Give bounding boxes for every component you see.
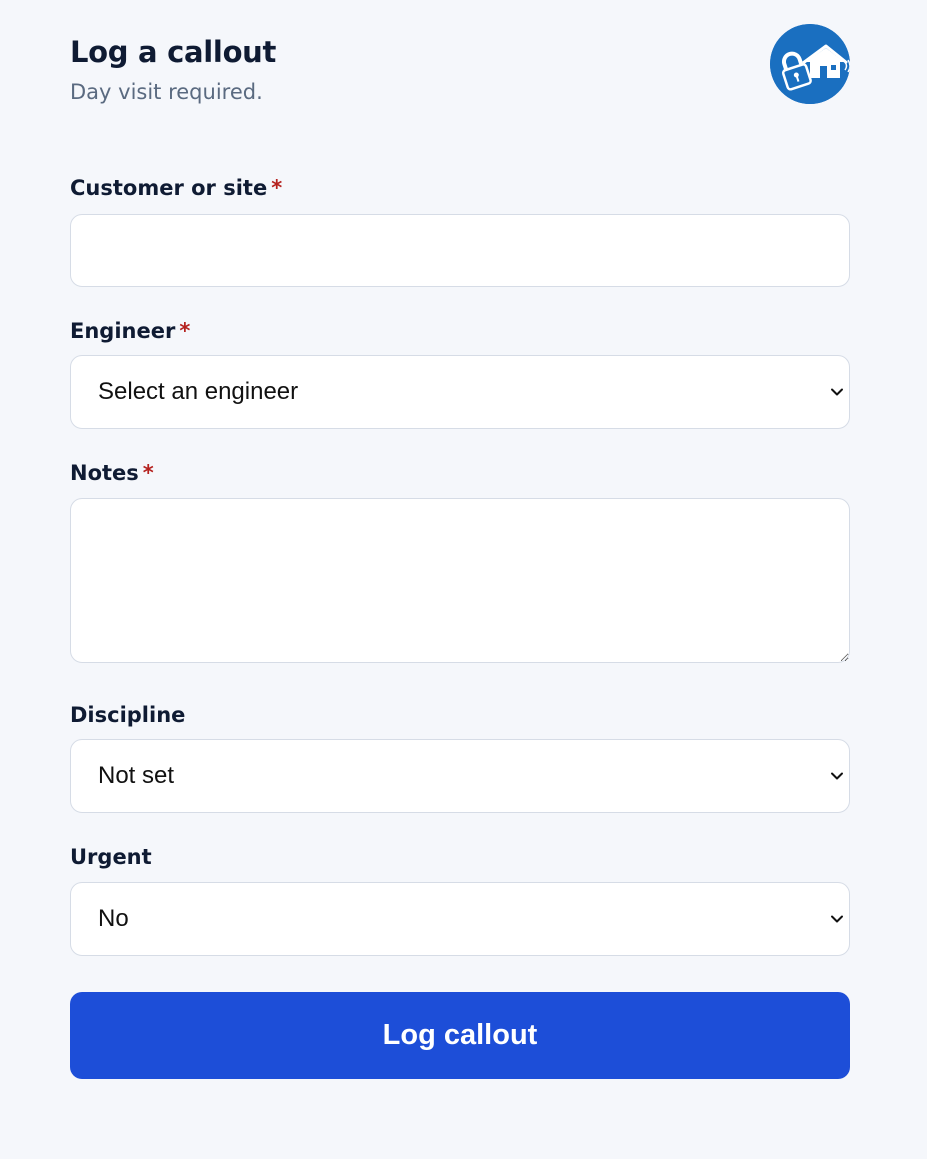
page-subtitle: Day visit required. <box>70 80 263 104</box>
discipline-label-text: Discipline <box>70 703 186 727</box>
engineer-label-text: Engineer <box>70 319 176 343</box>
urgent-select[interactable]: No <box>70 882 850 956</box>
notes-label-text: Notes <box>70 461 139 485</box>
page-title: Log a callout <box>70 35 277 69</box>
notes-label: Notes * <box>70 459 154 487</box>
notes-textarea[interactable] <box>70 498 850 663</box>
discipline-label: Discipline <box>70 701 185 729</box>
customer-input[interactable] <box>70 214 850 287</box>
discipline-selected-value: Not set <box>98 762 175 789</box>
required-marker: * <box>179 319 191 343</box>
urgent-label: Urgent <box>70 843 152 871</box>
customer-label: Customer or site * <box>70 174 282 202</box>
chevron-down-icon <box>829 768 845 784</box>
log-callout-page: Log a callout Day visit required. Custom… <box>0 0 927 1159</box>
required-marker: * <box>142 461 154 485</box>
form-header: Log a callout Day visit required. <box>70 24 850 122</box>
engineer-selected-value: Select an engineer <box>98 378 299 405</box>
discipline-select[interactable]: Not set <box>70 739 850 813</box>
chevron-down-icon <box>829 911 845 927</box>
urgent-selected-value: No <box>98 905 129 932</box>
engineer-label: Engineer * <box>70 317 190 345</box>
house-lock-icon <box>770 24 850 104</box>
log-callout-button[interactable]: Log callout <box>70 992 850 1079</box>
required-marker: * <box>271 176 283 200</box>
chevron-down-icon <box>829 384 845 400</box>
customer-label-text: Customer or site <box>70 176 268 200</box>
engineer-select[interactable]: Select an engineer <box>70 355 850 429</box>
urgent-label-text: Urgent <box>70 845 152 869</box>
